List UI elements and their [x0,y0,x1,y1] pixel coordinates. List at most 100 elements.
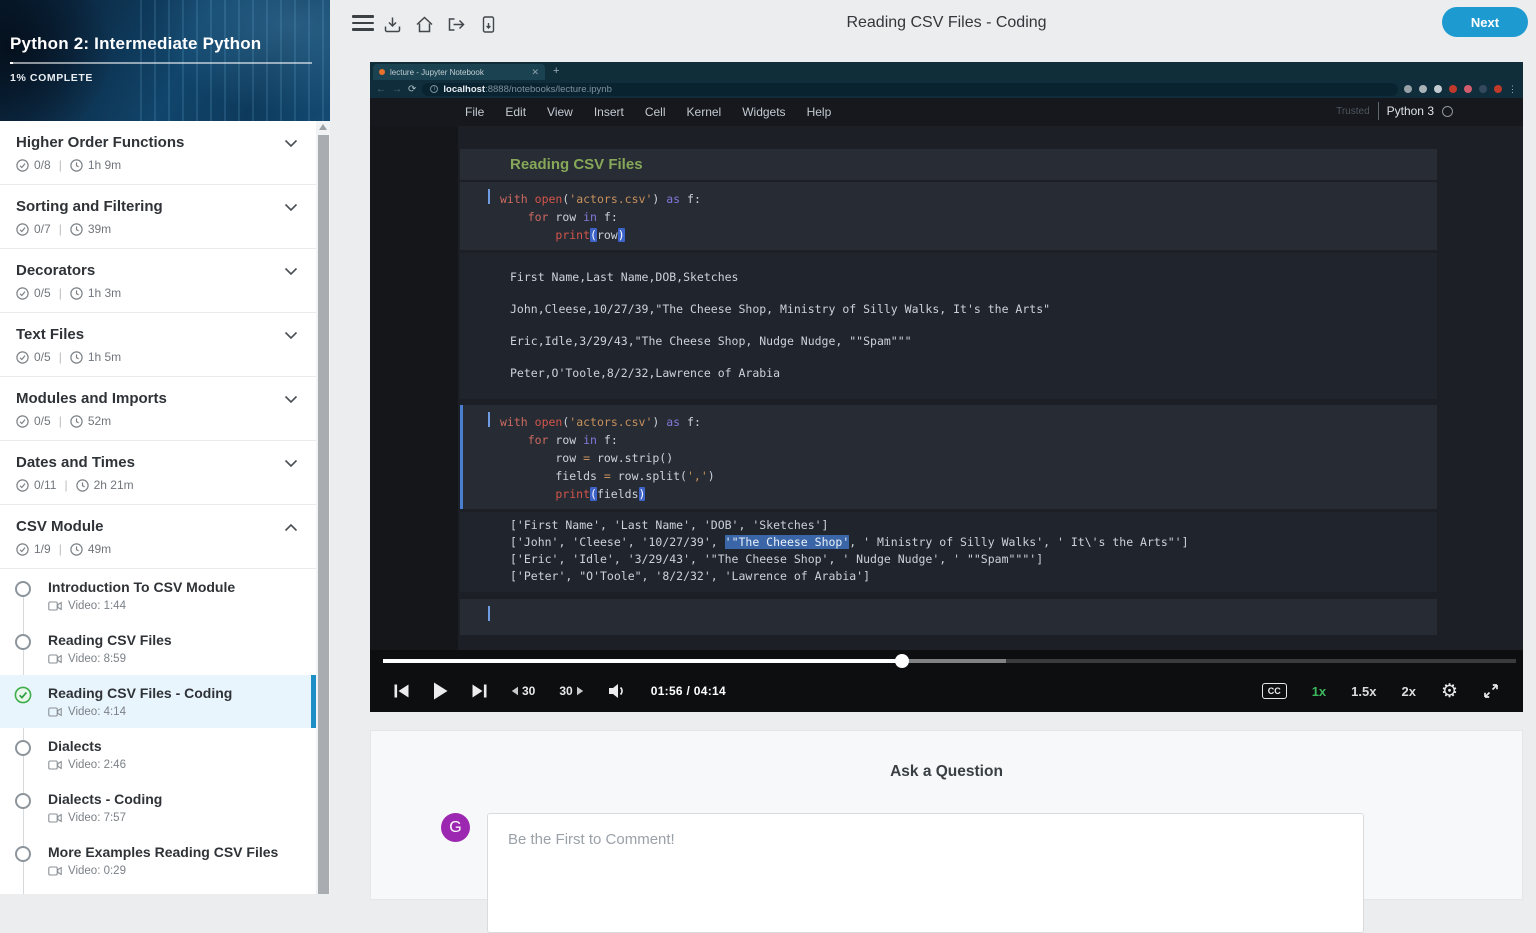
browser-refresh-icon: ⟳ [408,84,416,95]
notebook-menu-widgets: Widgets [742,105,785,119]
speed-1x[interactable]: 1x [1312,684,1326,699]
lesson-meta: Video: 7:57 [48,812,300,824]
section-stats: 0/5 | 1h 3m [16,286,300,300]
code-line: fields = row.split(',') [500,467,1437,485]
seek-bar[interactable] [383,659,1516,663]
lesson-duration-label: Video: 2:46 [68,759,126,771]
volume-icon[interactable] [608,683,627,699]
player-controls: 30 30 01:56 / 04:14 CC 1x1.5x2x ⚙ [370,650,1523,712]
section-duration: 1h 5m [88,350,121,364]
chevron-down-icon[interactable] [284,203,298,212]
chevron-down-icon[interactable] [284,139,298,148]
lesson-item[interactable]: Reading CSV Files - Coding Video: 4:14 [0,675,316,728]
lesson-incomplete-circle-icon [15,581,31,597]
play-button[interactable] [433,682,448,700]
lesson-meta: Video: 0:29 [48,865,300,877]
lesson-item[interactable]: Introduction To CSV Module Video: 1:44 [0,569,316,622]
section-progress-count: 0/5 [34,350,51,364]
lesson-list: Introduction To CSV Module Video: 1:44 R… [0,569,316,891]
lesson-meta: Video: 4:14 [48,706,300,718]
browser-menu-icon: ⋮ [1508,84,1517,95]
text-cursor [488,606,490,621]
closed-captions-button[interactable]: CC [1262,683,1287,699]
next-button[interactable]: Next [1442,7,1528,37]
course-section[interactable]: Modules and Imports 0/5 | 52m [0,377,316,441]
code-line: ['John', 'Cleese', '10/27/39', '"The Che… [510,534,1437,551]
section-stats: 0/8 | 1h 9m [16,158,300,172]
settings-gear-icon[interactable]: ⚙ [1441,682,1458,701]
speed-1.5x[interactable]: 1.5x [1351,684,1376,699]
user-avatar: G [441,813,470,842]
code-line: print(fields) [500,485,1437,503]
lesson-item[interactable]: Reading CSV Files Video: 8:59 [0,622,316,675]
notebook-menu-kernel: Kernel [687,105,722,119]
extension-icon [1449,85,1457,93]
comment-input[interactable] [487,813,1364,933]
main-content: Reading CSV Files - Coding Next lecture … [330,0,1536,894]
lesson-complete-check-icon [14,686,32,704]
stats-separator: | [59,158,62,172]
lesson-meta: Video: 2:46 [48,759,300,771]
check-circle-icon [16,479,29,492]
extension-icon [1479,85,1487,93]
playhead-handle[interactable] [895,654,909,668]
section-stats: 0/11 | 2h 21m [16,478,300,492]
lesson-meta: Video: 8:59 [48,653,300,665]
course-section[interactable]: CSV Module 1/9 | 49m [0,505,316,569]
lesson-item[interactable]: Dialects - Coding Video: 7:57 [0,781,316,834]
lesson-item[interactable]: More Examples Reading CSV Files Video: 0… [0,834,316,887]
video-camera-icon [48,601,62,611]
course-progress-label: 1% COMPLETE [10,72,93,84]
clock-icon [70,223,83,236]
section-title: Sorting and Filtering [16,198,300,215]
chevron-up-icon[interactable] [284,523,298,532]
notebook-menu-file: File [465,105,484,119]
code-cell: with open('actors.csv') as f: for row in… [460,405,1437,509]
notebook-menu-help: Help [807,105,832,119]
section-stats: 0/5 | 1h 5m [16,350,300,364]
code-line: row = row.strip() [500,449,1437,467]
code-line: with open('actors.csv') as f: [500,190,1437,208]
course-section[interactable]: Text Files 0/5 | 1h 5m [0,313,316,377]
section-stats: 1/9 | 49m [16,542,300,556]
course-section[interactable]: Sorting and Filtering 0/7 | 39m [0,185,316,249]
forward-30-button[interactable]: 30 [559,684,583,698]
browser-tab-title: lecture - Jupyter Notebook [390,68,484,77]
notebook-menu-view: View [547,105,573,119]
course-progress-fill [10,62,13,64]
course-section[interactable]: Higher Order Functions 0/8 | 1h 9m [0,121,316,185]
previous-video-button[interactable] [394,684,409,698]
stats-separator: | [59,414,62,428]
course-sidebar: Python 2: Intermediate Python 1% COMPLET… [0,0,330,894]
section-title: CSV Module [16,518,300,535]
lesson-duration-label: Video: 8:59 [68,653,126,665]
lesson-meta: Video: 1:44 [48,600,300,612]
clock-icon [70,351,83,364]
code-line: for row in f: [500,431,1437,449]
chevron-down-icon[interactable] [284,459,298,468]
course-section[interactable]: Dates and Times 0/11 | 2h 21m [0,441,316,505]
lesson-item[interactable]: Dialects Video: 2:46 [0,728,316,781]
code-cell [460,599,1437,635]
lesson-title: Introduction To CSV Module [48,579,300,595]
video-player[interactable]: lecture - Jupyter Notebook ✕ + ← → ⟳ i l… [370,62,1523,712]
next-video-button[interactable] [472,684,487,698]
kernel-status-icon [1442,106,1453,117]
fullscreen-icon[interactable] [1483,683,1499,699]
section-progress-count: 0/5 [34,414,51,428]
course-section[interactable]: Decorators 0/5 | 1h 3m [0,249,316,313]
sidebar-scrollbar[interactable] [316,121,330,894]
rewind-30-button[interactable]: 30 [511,684,535,698]
code-line: with open('actors.csv') as f: [500,413,1437,431]
video-camera-icon [48,654,62,664]
scrollbar-thumb[interactable] [318,135,329,894]
section-title: Text Files [16,326,300,343]
chevron-down-icon[interactable] [284,267,298,276]
trusted-label: Trusted [1336,106,1370,117]
speed-2x[interactable]: 2x [1401,684,1415,699]
chevron-down-icon[interactable] [284,395,298,404]
scrollbar-up-arrow-icon[interactable] [319,124,327,130]
code-line: ['Peter', "O'Toole", '8/2/32', 'Lawrence… [510,568,1437,585]
chevron-down-icon[interactable] [284,331,298,340]
check-circle-icon [16,223,29,236]
